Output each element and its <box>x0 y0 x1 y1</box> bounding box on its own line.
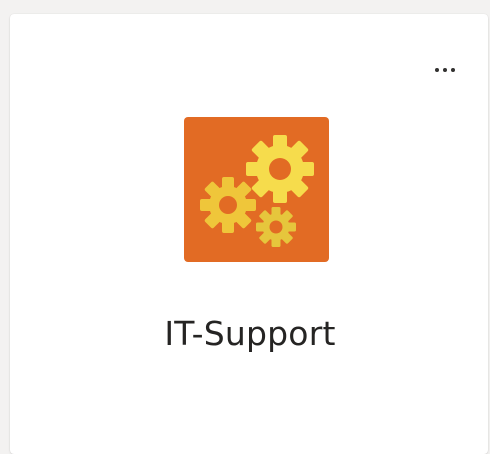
more-options-button[interactable] <box>427 58 463 82</box>
gears-icon <box>184 117 329 262</box>
ellipsis-icon <box>435 68 455 72</box>
team-avatar[interactable] <box>184 117 329 262</box>
team-name[interactable]: IT-Support <box>0 314 490 353</box>
